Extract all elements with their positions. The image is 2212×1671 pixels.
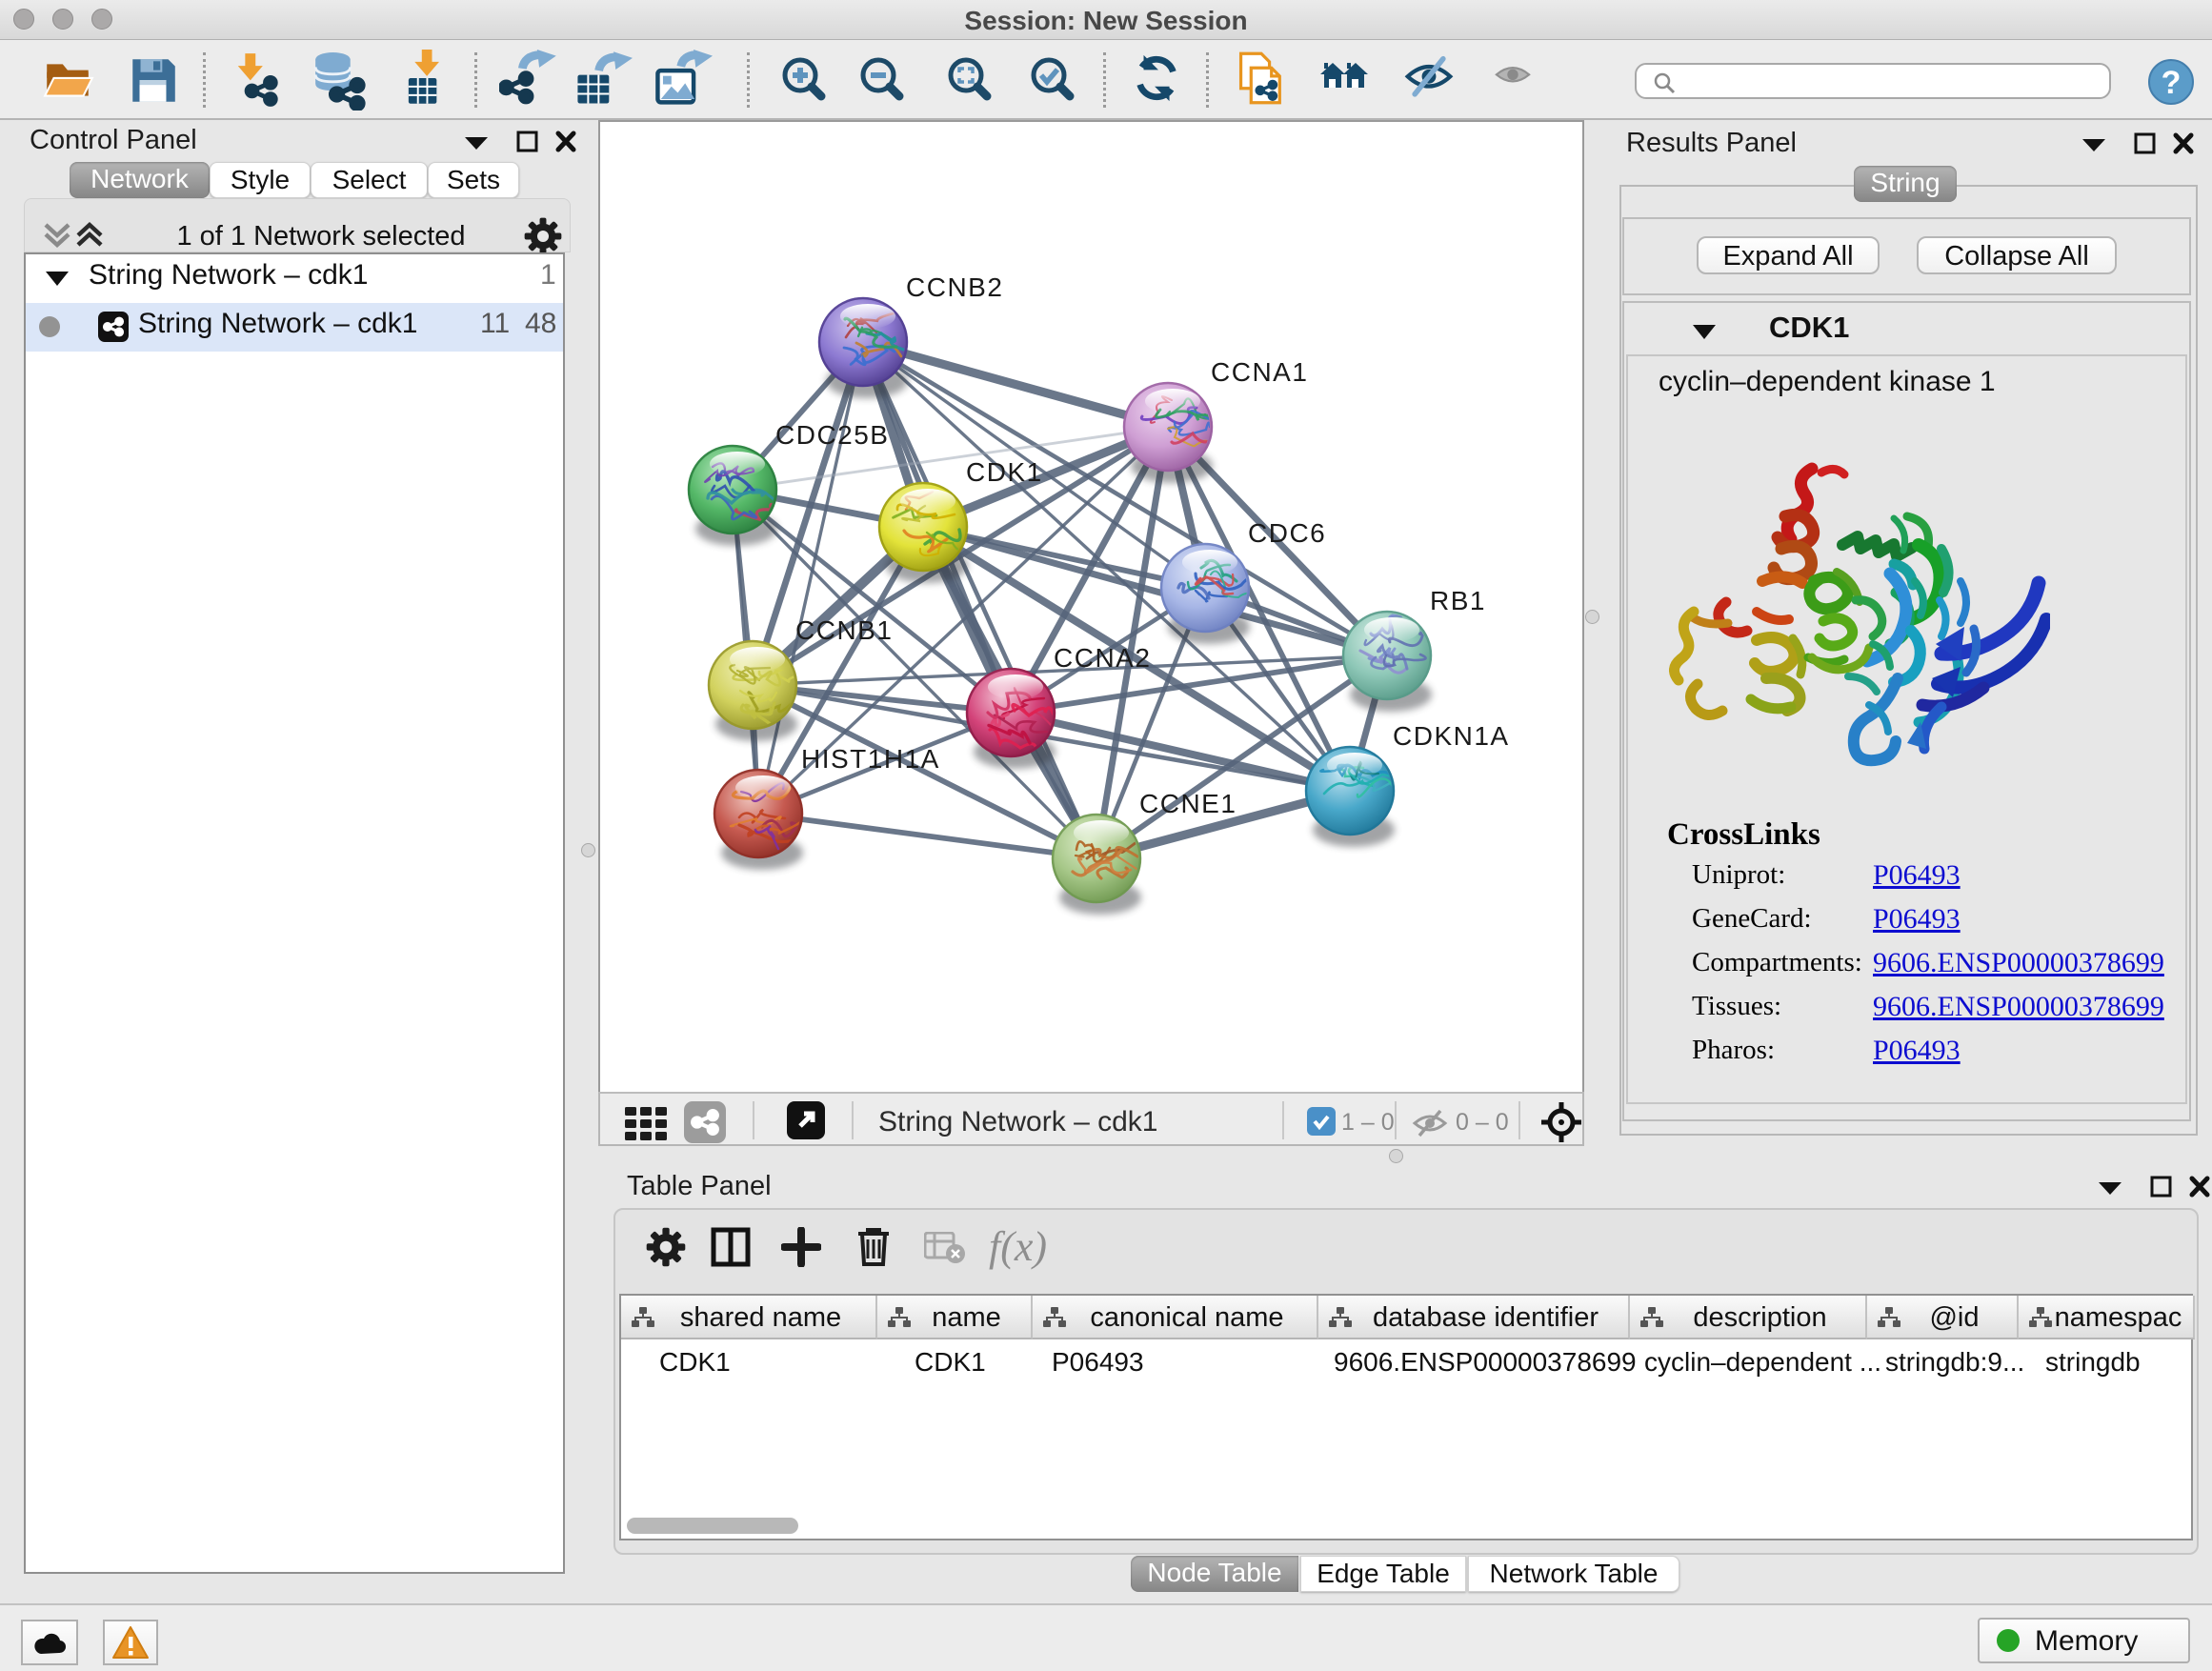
svg-text:CCNB2: CCNB2 (906, 272, 1003, 302)
svg-text:CDKN1A: CDKN1A (1393, 721, 1510, 751)
svg-text:CDC25B: CDC25B (775, 420, 889, 450)
svg-text:CCNA1: CCNA1 (1211, 357, 1308, 387)
svg-text:CDK1: CDK1 (966, 457, 1043, 487)
svg-text:CDC6: CDC6 (1248, 518, 1326, 548)
svg-text:CCNB1: CCNB1 (795, 615, 893, 645)
svg-text:CCNA2: CCNA2 (1054, 643, 1151, 673)
svg-text:CCNE1: CCNE1 (1139, 789, 1237, 818)
svg-text:RB1: RB1 (1430, 586, 1486, 615)
svg-text:?: ? (2162, 65, 2182, 101)
svg-text:HIST1H1A: HIST1H1A (801, 744, 940, 774)
